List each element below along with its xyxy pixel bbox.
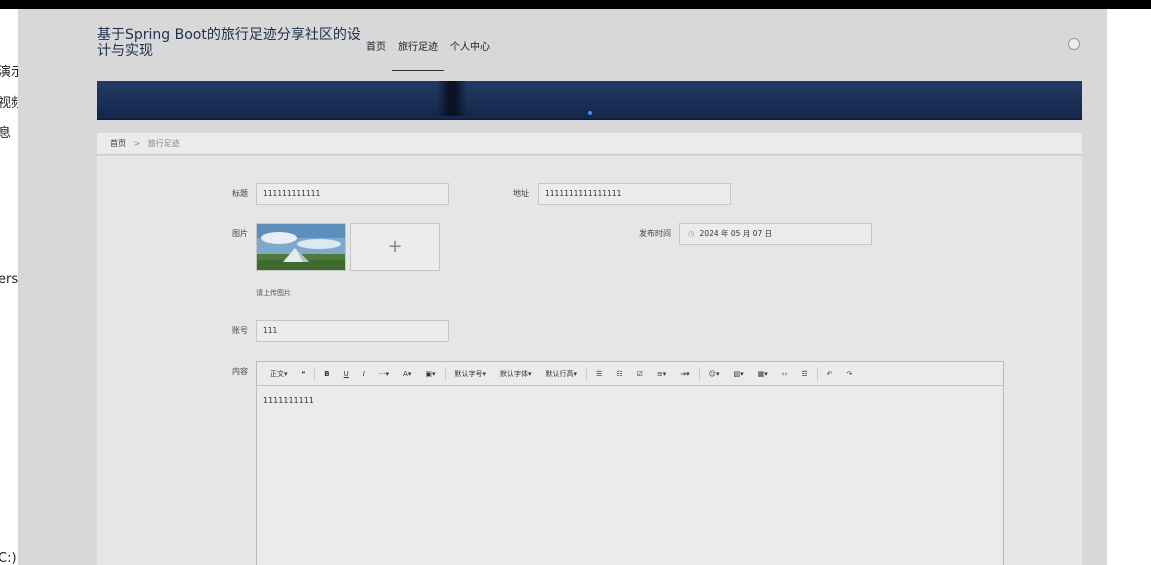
publish-date-picker[interactable]: ◷ 2024 年 05 月 07 日 — [679, 223, 872, 245]
breadcrumb-home[interactable]: 首页 — [110, 139, 126, 148]
left-background-strip: 演示 视频 息 ers C:) — [0, 9, 18, 565]
address-input[interactable]: 1111111111111111 — [538, 183, 731, 205]
upload-image-button[interactable]: + — [350, 223, 440, 271]
clock-icon: ◷ — [688, 229, 695, 238]
account-label: 账号 — [232, 326, 248, 335]
emoji-icon[interactable]: ☺▾ — [702, 370, 727, 378]
left-strip-text: C:) — [0, 551, 17, 565]
breadcrumb-current: 旅行足迹 — [147, 139, 180, 148]
nav-item-travel-footprint[interactable]: 旅行足迹 — [392, 38, 444, 71]
breadcrumb-separator: > — [133, 139, 141, 148]
numbered-list-icon[interactable]: ☷ — [609, 370, 629, 378]
content-label: 内容 — [232, 367, 248, 376]
insert-image-icon[interactable]: ▨▾ — [726, 370, 750, 378]
uploaded-image-thumbnail[interactable] — [256, 223, 346, 271]
bold-icon[interactable]: B — [317, 370, 336, 378]
underline-icon[interactable]: U — [337, 370, 356, 378]
left-strip-text: ers — [0, 272, 18, 287]
nav-item-home[interactable]: 首页 — [366, 38, 386, 71]
bullet-list-icon[interactable]: ☰ — [589, 370, 609, 378]
form-panel: 标题 111111111111 地址 1111111111111111 图片 +… — [97, 156, 1082, 565]
editor-content[interactable]: 1111111111 — [257, 386, 1003, 415]
left-strip-text: 演示 — [0, 65, 18, 80]
top-nav: 首页 旅行足迹 个人中心 — [366, 38, 502, 71]
publish-date-value: 2024 年 05 月 07 日 — [699, 229, 773, 238]
toolbar-divider — [698, 366, 700, 381]
power-icon[interactable] — [1068, 38, 1080, 50]
editor-toolbar: 正文▾ ❝ B U I ···▾ A▾ ▣▾ 默认字号▾ 默认字体▾ 默认行高▾… — [257, 362, 1003, 386]
site-title: 基于Spring Boot的旅行足迹分享社区的设计与实现 — [97, 27, 361, 59]
rich-text-editor: 正文▾ ❝ B U I ···▾ A▾ ▣▾ 默认字号▾ 默认字体▾ 默认行高▾… — [256, 361, 1004, 565]
divider-icon[interactable]: ☲ — [794, 370, 814, 378]
app-window: 基于Spring Boot的旅行足迹分享社区的设计与实现 首页 旅行足迹 个人中… — [18, 9, 1107, 565]
toolbar-divider — [444, 366, 446, 381]
align-dropdown[interactable]: ≡▾ — [650, 370, 673, 378]
window-top-bar — [0, 0, 1151, 9]
chevron-left-icon[interactable] — [1127, 278, 1143, 308]
toolbar-divider — [816, 366, 818, 381]
upload-hint: 请上传图片 — [256, 289, 291, 297]
image-label: 图片 — [232, 229, 248, 238]
insert-table-icon[interactable]: ▦▾ — [751, 370, 775, 378]
font-color-icon[interactable]: A▾ — [396, 370, 418, 378]
breadcrumb: 首页 > 旅行足迹 — [97, 133, 1082, 155]
title-label: 标题 — [232, 189, 248, 198]
todo-list-icon[interactable]: ☑ — [630, 370, 650, 378]
publish-time-label: 发布时间 — [639, 229, 671, 238]
paragraph-dropdown[interactable]: 正文▾ — [263, 369, 295, 379]
nav-item-personal-center[interactable]: 个人中心 — [450, 38, 490, 71]
banner-figure — [437, 81, 467, 116]
toolbar-divider — [314, 366, 316, 381]
italic-icon[interactable]: I — [356, 370, 372, 378]
left-strip-text: 视频 — [0, 96, 18, 111]
toolbar-divider — [586, 366, 588, 381]
background-color-icon[interactable]: ▣▾ — [418, 370, 442, 378]
line-height-dropdown[interactable]: 默认行高▾ — [539, 369, 585, 379]
redo-icon[interactable]: ↷ — [840, 370, 860, 378]
banner-carousel — [97, 81, 1082, 120]
account-input[interactable]: 111 — [256, 320, 449, 342]
carousel-indicator-dot[interactable] — [588, 111, 592, 115]
left-strip-text: 息 — [0, 126, 12, 141]
quote-icon[interactable]: ❝ — [295, 370, 313, 378]
title-input[interactable]: 111111111111 — [256, 183, 449, 205]
address-label: 地址 — [513, 189, 529, 198]
font-family-dropdown[interactable]: 默认字体▾ — [493, 369, 539, 379]
code-icon[interactable]: ‹› — [775, 370, 795, 378]
indent-dropdown[interactable]: ⇥▾ — [673, 370, 696, 378]
undo-icon[interactable]: ↶ — [820, 370, 840, 378]
font-size-dropdown[interactable]: 默认字号▾ — [448, 369, 494, 379]
more-format-dropdown[interactable]: ···▾ — [372, 370, 396, 378]
